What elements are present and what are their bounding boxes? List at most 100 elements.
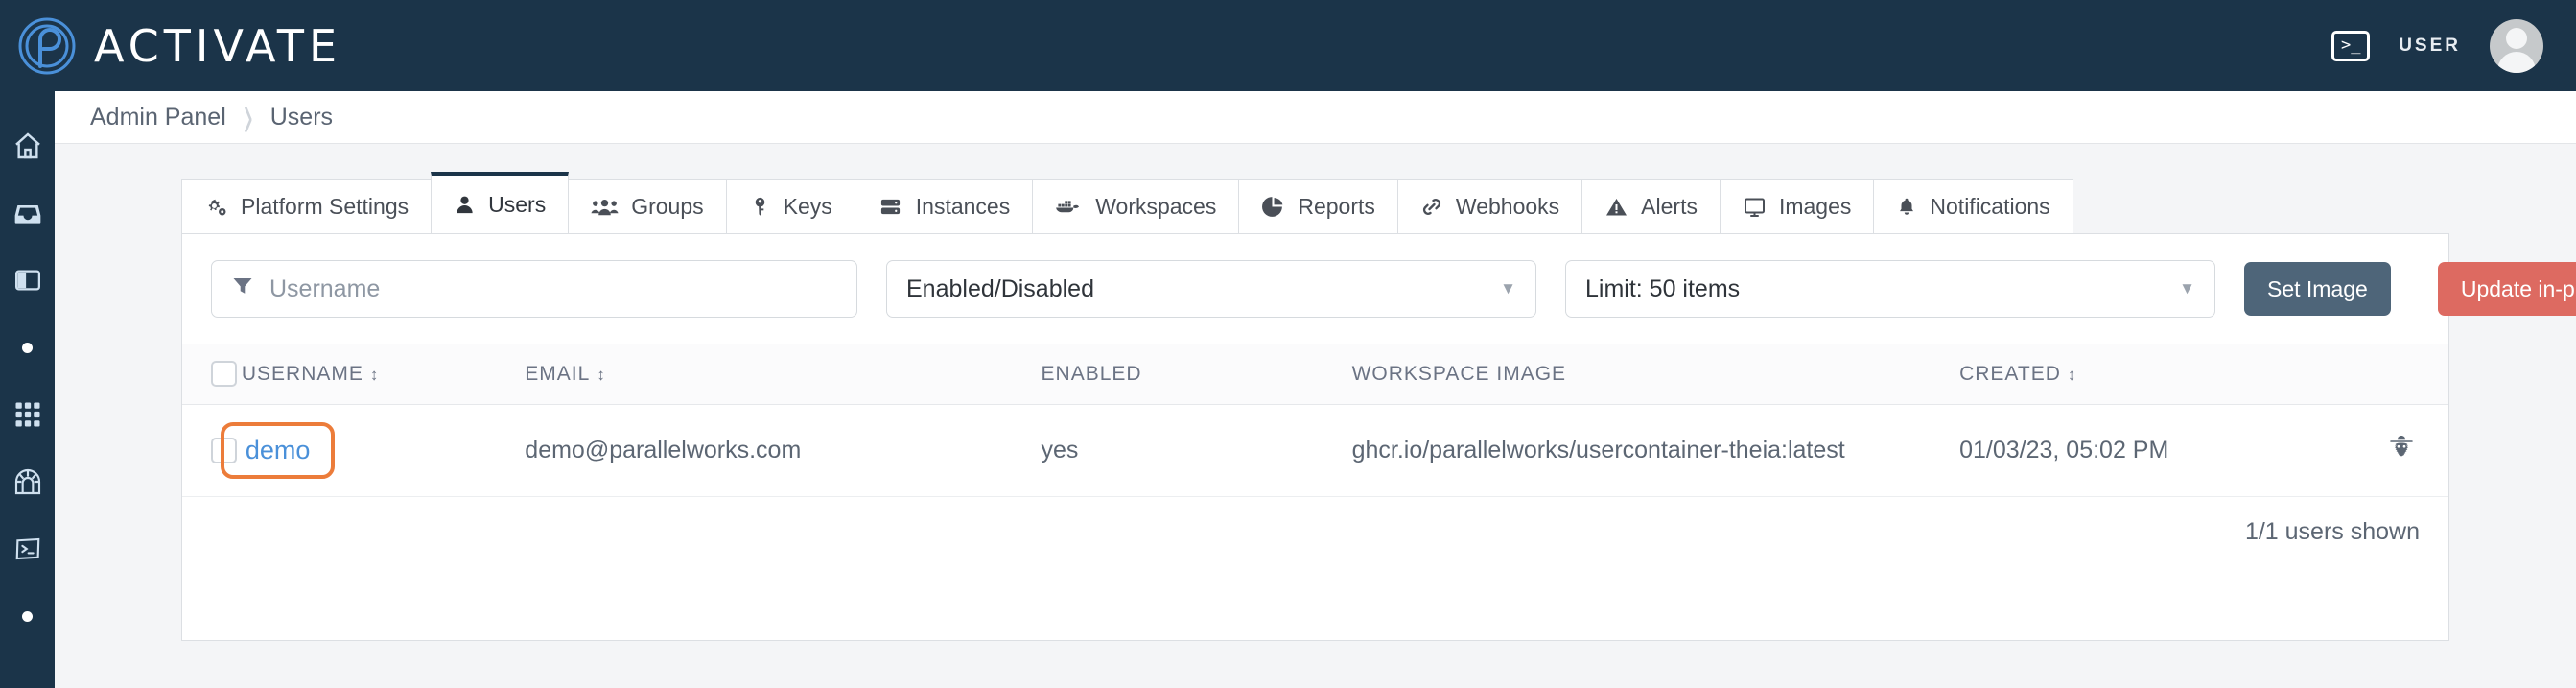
username-filter-input[interactable]: Username [211,260,857,318]
limit-value: Limit: 50 items [1585,274,1741,302]
tab-alerts[interactable]: Alerts [1581,179,1721,233]
column-header-actions [2354,344,2448,405]
key-icon [749,195,771,219]
username-filter-placeholder: Username [269,274,381,302]
tab-instances[interactable]: Instances [854,179,1034,233]
sort-icon[interactable]: ↕ [370,366,380,385]
cell-enabled: yes [1041,404,1352,497]
cell-email: demo@parallelworks.com [525,404,1042,497]
users-table: USERNAME ↕ EMAIL ↕ ENABLED WORKSPACE IMAGE… [182,344,2448,497]
brand-name: ACTIVATE [94,19,342,72]
main-content: Admin Panel › Users Platform Settings Us… [55,82,2576,688]
tab-platform-settings[interactable]: Platform Settings [181,179,433,233]
tab-reports[interactable]: Reports [1238,179,1398,233]
tab-label: Platform Settings [241,194,410,219]
brand-logo[interactable]: ACTIVATE [17,16,341,76]
column-header-email[interactable]: EMAIL ↕ [525,344,1042,405]
sidebar-item-grid[interactable] [0,381,55,448]
column-label: EMAIL [525,362,591,385]
chevron-down-icon: ▼ [2179,279,2195,297]
grid-icon [13,400,42,429]
tab-label: Keys [783,194,832,219]
avatar[interactable] [2490,18,2543,73]
breadcrumb-current: Users [269,103,334,130]
breadcrumb-separator-icon: › [243,81,253,152]
tab-label: Workspaces [1095,194,1217,219]
users-shown-count: 1/1 users shown [2244,518,2420,545]
tab-workspaces[interactable]: Workspaces [1032,179,1240,233]
tab-groups[interactable]: Groups [568,179,727,233]
cell-actions[interactable] [2354,404,2448,497]
cell-username: demo [220,404,526,497]
tab-bar: Platform Settings Users Groups Keys Inst… [55,170,2576,233]
username-link[interactable]: demo [246,436,311,464]
sidebar-item-terminal[interactable] [0,515,55,582]
tab-images[interactable]: Images [1719,179,1875,233]
fingerprint-p-logo-icon [17,16,77,76]
sidebar-item-home[interactable] [0,112,55,179]
tab-webhooks[interactable]: Webhooks [1396,179,1583,233]
monitor-icon [1743,196,1767,219]
filter-icon [231,273,254,305]
column-label: ENABLED [1041,362,1142,385]
tab-label: Images [1778,194,1852,219]
select-all-header[interactable] [182,344,242,405]
tab-label: Groups [631,194,704,219]
status-filter-value: Enabled/Disabled [906,274,1094,302]
warning-icon [1604,196,1628,219]
inbox-icon [12,198,44,228]
column-label: USERNAME [241,362,363,385]
top-bar: ACTIVATE >_ USER [0,0,2576,91]
tunnel-icon [12,466,43,497]
select-all-checkbox[interactable] [211,361,237,387]
sidebar-item-tunnel[interactable] [0,448,55,515]
filter-row: Username Enabled/Disabled ▼ Limit: 50 it… [182,234,2576,318]
pie-chart-icon [1261,195,1285,219]
tab-label: Webhooks [1455,194,1560,219]
table-header-row: USERNAME ↕ EMAIL ↕ ENABLED WORKSPACE IMAGE… [182,344,2448,405]
docker-whale-icon [1055,196,1083,218]
sidebar-item-dot-2[interactable] [0,582,55,650]
sidebar-item-inbox[interactable] [0,179,55,247]
tab-notifications[interactable]: Notifications [1873,179,2073,233]
tab-label: Reports [1298,194,1375,219]
column-header-username[interactable]: USERNAME ↕ [241,344,526,405]
table-row: demo demo@parallelworks.com yes ghcr.io/… [182,404,2448,497]
impersonate-spy-icon[interactable] [2387,436,2416,467]
cell-created: 01/03/23, 05:02 PM [1959,404,2354,497]
status-filter-select[interactable]: Enabled/Disabled ▼ [886,260,1536,318]
username-highlight-annotation: demo [220,422,336,479]
tab-label: Instances [915,194,1011,219]
sidebar-item-panel[interactable] [0,247,55,314]
users-group-icon [591,195,619,219]
column-label: CREATED [1959,362,2061,385]
column-header-created[interactable]: CREATED ↕ [1959,344,2354,405]
breadcrumb: Admin Panel › Users [55,82,2576,151]
sort-icon[interactable]: ↕ [597,366,606,385]
tab-label: Alerts [1641,194,1698,219]
user-icon [454,193,476,217]
tab-label: Users [488,191,547,217]
cell-workspace-image: ghcr.io/parallelworks/usercontainer-thei… [1351,404,1960,497]
column-label: WORKSPACE IMAGE [1351,362,1567,385]
dot-icon [22,610,33,622]
sidebar [0,91,55,688]
user-label: USER [2399,35,2461,56]
home-icon [12,130,44,161]
column-header-workspace-image: WORKSPACE IMAGE [1351,344,1960,405]
dot-icon [22,342,33,353]
terminal-icon[interactable]: >_ [2331,30,2371,61]
panel-icon [12,266,43,295]
link-icon [1420,195,1443,219]
set-image-button[interactable]: Set Image [2244,262,2391,316]
column-header-enabled: ENABLED [1041,344,1352,405]
tab-users[interactable]: Users [431,172,570,233]
update-in-place-button[interactable]: Update in-place [2437,262,2576,316]
topbar-actions: >_ USER [2331,18,2543,73]
tab-keys[interactable]: Keys [725,179,855,233]
limit-select[interactable]: Limit: 50 items ▼ [1565,260,2215,318]
sort-icon[interactable]: ↕ [2068,366,2077,385]
breadcrumb-parent[interactable]: Admin Panel [90,104,226,131]
gears-icon [204,195,228,219]
sidebar-item-dot-1[interactable] [0,314,55,381]
